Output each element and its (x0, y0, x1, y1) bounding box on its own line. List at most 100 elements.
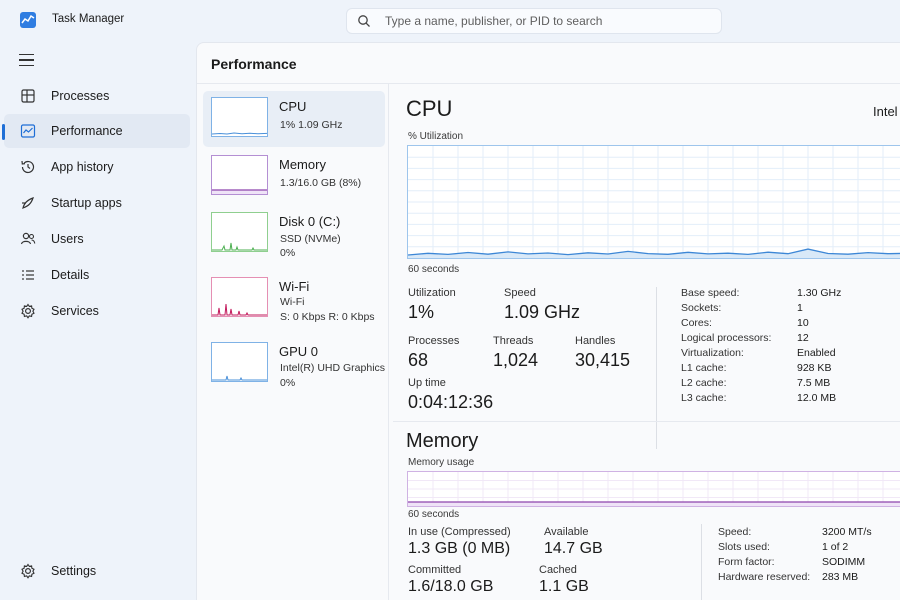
utilization-label: Utilization (408, 287, 456, 299)
in-use-value: 1.3 GB (0 MB) (408, 540, 511, 557)
handles-value: 30,415 (575, 350, 631, 370)
device-detail: SSD (NVMe) (280, 233, 341, 245)
main-panel: Performance CPU 1% 1.09 GHz Memory 1.3/1… (196, 42, 900, 600)
spec-key: Cores: (681, 317, 712, 329)
memory-thumbnail-graph (211, 155, 268, 195)
spec-key: Logical processors: (681, 332, 772, 344)
device-item-disk[interactable]: Disk 0 (C:) SSD (NVMe) 0% (203, 206, 385, 262)
cpu-time-label: 60 seconds (408, 264, 460, 275)
in-use-label: In use (Compressed) (408, 526, 511, 538)
committed-value: 1.6/18.0 GB (408, 578, 494, 595)
sidebar-item-label: App history (51, 160, 114, 174)
device-name: Wi-Fi (279, 279, 310, 294)
spec-key: Hardware reserved: (718, 571, 811, 583)
hamburger-menu-icon[interactable] (19, 54, 37, 68)
uptime-label: Up time (408, 377, 446, 389)
device-detail: 1% 1.09 GHz (280, 119, 343, 131)
device-item-memory[interactable]: Memory 1.3/16.0 GB (8%) (203, 149, 385, 205)
device-detail: 0% (280, 377, 296, 389)
startup-icon (19, 194, 37, 212)
spec-key: Sockets: (681, 302, 722, 314)
spec-value: 283 MB (822, 571, 859, 583)
sidebar-item-app-history[interactable]: App history (4, 150, 190, 184)
speed-value: 1.09 GHz (504, 302, 581, 322)
page-title: Performance (211, 56, 297, 72)
spec-value: 928 KB (797, 362, 832, 374)
spec-value: 1.30 GHz (797, 287, 842, 299)
spec-value: 7.5 MB (797, 377, 831, 389)
cpu-specs-divider (656, 287, 657, 449)
memory-time-label: 60 seconds (408, 509, 460, 520)
device-item-wifi[interactable]: Wi-Fi Wi-Fi S: 0 Kbps R: 0 Kbps (203, 271, 385, 327)
title-bar: Task Manager (0, 0, 900, 40)
users-icon (19, 230, 37, 248)
spec-key: L2 cache: (681, 377, 727, 389)
memory-specs-divider (701, 524, 702, 600)
sidebar-nav: Processes Performance App history Startu… (0, 40, 196, 600)
sidebar-item-performance[interactable]: Performance (2, 114, 190, 148)
gear-icon (19, 562, 37, 580)
disk-thumbnail-graph (211, 212, 268, 252)
memory-title: Memory (406, 430, 479, 452)
spec-key: Virtualization: (681, 347, 744, 359)
spec-value: 12.0 MB (797, 392, 837, 404)
spec-key: Form factor: (718, 556, 775, 568)
cached-value: 1.1 GB (539, 578, 589, 595)
wifi-thumbnail-graph (211, 277, 268, 317)
sidebar-item-label: Settings (51, 564, 97, 578)
device-detail: 1.3/16.0 GB (8%) (280, 177, 362, 189)
cpu-utilization-graph (407, 145, 900, 259)
section-divider (393, 421, 900, 422)
threads-label: Threads (493, 335, 534, 347)
sidebar-item-label: Services (51, 304, 99, 318)
performance-icon (19, 122, 37, 140)
sidebar-item-settings[interactable]: Settings (4, 554, 190, 588)
sidebar-item-startup-apps[interactable]: Startup apps (4, 186, 190, 220)
device-detail: Intel(R) UHD Graphics (280, 362, 386, 374)
utilization-value: 1% (408, 302, 435, 322)
device-name: CPU (279, 99, 307, 114)
threads-value: 1,024 (493, 350, 539, 370)
details-icon (19, 266, 37, 284)
sidebar-item-users[interactable]: Users (4, 222, 190, 256)
spec-value: Enabled (797, 347, 836, 359)
search-icon (357, 14, 371, 33)
memory-graph-label: Memory usage (408, 457, 475, 468)
performance-detail: CPU Intel % Utilization 60 seconds Utili… (389, 84, 900, 600)
sidebar-item-details[interactable]: Details (4, 258, 190, 292)
device-detail: Wi-Fi (280, 296, 305, 308)
speed-label: Speed (504, 287, 536, 299)
sidebar-item-processes[interactable]: Processes (4, 79, 190, 113)
gpu-thumbnail-graph (211, 342, 268, 382)
device-name: GPU 0 (279, 344, 319, 359)
history-icon (19, 158, 37, 176)
spec-value: 1 (797, 302, 803, 314)
services-icon (19, 302, 37, 320)
device-detail: S: 0 Kbps R: 0 Kbps (280, 311, 375, 323)
spec-key: Slots used: (718, 541, 770, 553)
spec-value: 12 (797, 332, 809, 344)
memory-usage-graph (407, 471, 900, 507)
spec-value: 3200 MT/s (822, 526, 872, 538)
device-detail: 0% (280, 247, 296, 259)
device-item-gpu[interactable]: GPU 0 Intel(R) UHD Graphics 0% (203, 336, 385, 392)
processes-icon (19, 87, 37, 105)
spec-key: Base speed: (681, 287, 740, 299)
available-label: Available (544, 526, 589, 538)
sidebar-item-label: Performance (51, 124, 123, 138)
cpu-title: CPU (406, 96, 453, 121)
search-input[interactable] (385, 12, 705, 30)
device-item-cpu[interactable]: CPU 1% 1.09 GHz (203, 91, 385, 147)
spec-value: 1 of 2 (822, 541, 849, 553)
spec-value: SODIMM (822, 556, 866, 568)
search-box[interactable] (346, 8, 722, 34)
sidebar-item-services[interactable]: Services (4, 294, 190, 328)
spec-key: L3 cache: (681, 392, 727, 404)
task-manager-app-icon (20, 12, 36, 28)
device-name: Memory (279, 157, 326, 172)
sidebar-item-label: Details (51, 268, 90, 282)
active-indicator (2, 124, 5, 140)
available-value: 14.7 GB (544, 540, 603, 557)
sidebar-item-label: Users (51, 232, 84, 246)
cpu-model-name: Intel (873, 104, 898, 119)
